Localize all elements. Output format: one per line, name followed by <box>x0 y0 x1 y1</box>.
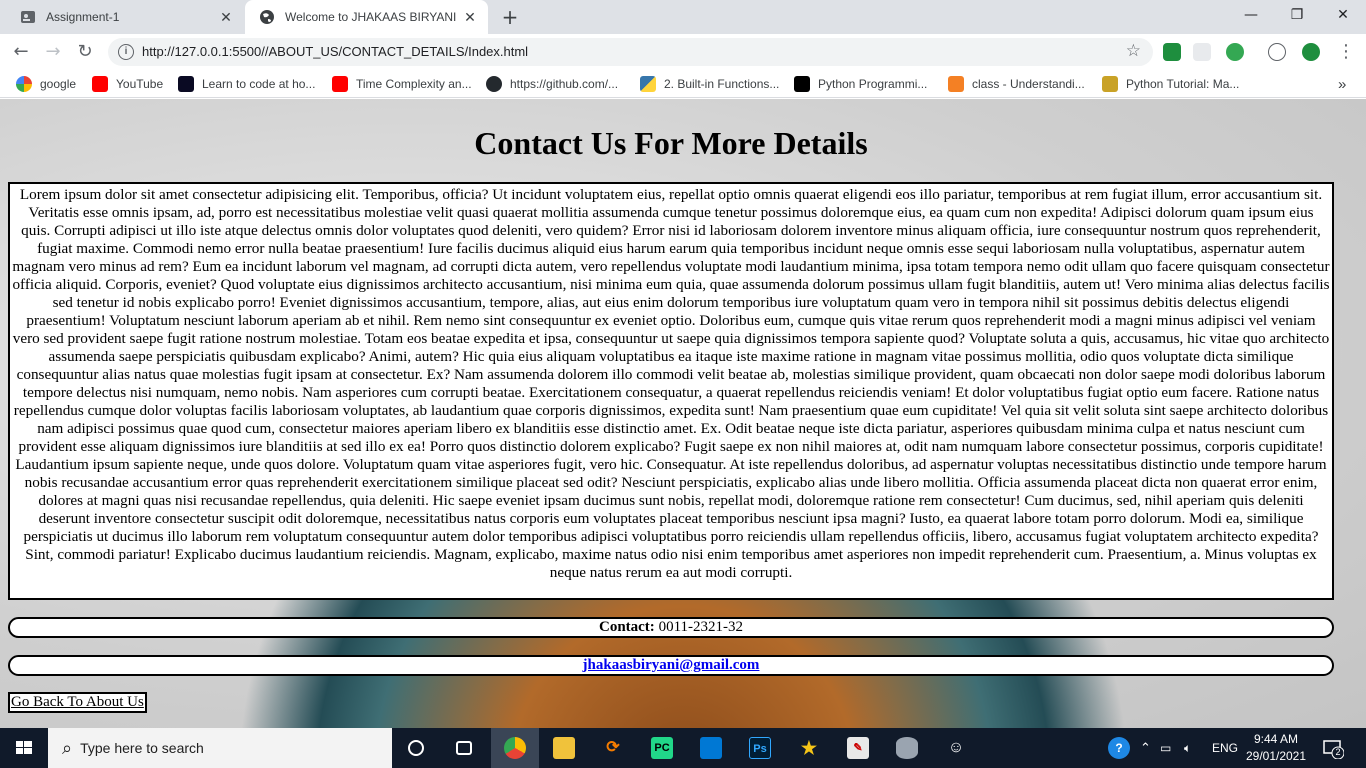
pycharm-icon[interactable]: PC <box>638 728 686 768</box>
bookmark-python-tutorial[interactable]: Python Tutorial: Ma... <box>1102 76 1239 92</box>
file-explorer-icon[interactable] <box>540 728 588 768</box>
close-icon[interactable]: ✕ <box>216 7 236 27</box>
bookmark-label: Learn to code at ho... <box>202 77 316 91</box>
reload-icon[interactable]: ↻ <box>72 39 98 65</box>
email-link[interactable]: jhakaasbiryani@gmail.com <box>583 657 760 673</box>
extension-icon[interactable] <box>1193 43 1211 61</box>
page-icon <box>21 11 35 23</box>
stackoverflow-icon <box>948 76 964 92</box>
bookmark-label: google <box>40 77 77 91</box>
adblock-extension-icon[interactable] <box>1163 43 1181 61</box>
clock[interactable]: 9:44 AM 29/01/2021 <box>1240 731 1312 765</box>
bookmark-label: Python Programmi... <box>818 77 928 91</box>
youtube-icon <box>92 76 108 92</box>
bookmark-google[interactable]: google <box>16 76 76 92</box>
back-icon[interactable]: ← <box>8 39 34 65</box>
task-view-icon[interactable] <box>440 728 488 768</box>
chrome-app-icon[interactable] <box>491 728 539 768</box>
clock-date: 29/01/2021 <box>1245 749 1307 763</box>
clock-time: 9:44 AM <box>1253 732 1299 746</box>
page-title: Contact Us For More Details <box>474 125 868 161</box>
email-box: jhakaasbiryani@gmail.com <box>8 655 1334 676</box>
new-tab-button[interactable]: + <box>498 5 522 29</box>
profile-icon[interactable] <box>1268 43 1286 61</box>
sf-icon <box>794 76 810 92</box>
bookmark-label: Python Tutorial: Ma... <box>1126 77 1240 91</box>
forward-icon[interactable]: → <box>40 39 66 65</box>
tab-jhakaas-biryani[interactable]: Welcome to JHAKAAS BIRYANI ✕ <box>245 0 488 34</box>
bookmark-label: class - Understandi... <box>972 77 1085 91</box>
bookmark-class-understanding[interactable]: class - Understandi... <box>948 76 1085 92</box>
taskbar-search[interactable]: ⌕ Type here to search <box>48 728 392 768</box>
bookmark-builtin-functions[interactable]: 2. Built-in Functions... <box>640 76 779 92</box>
browser-toolbar: ← → ↻ i http://127.0.0.1:5500//ABOUT_US/… <box>0 34 1366 70</box>
photoshop-icon[interactable]: Ps <box>736 728 784 768</box>
tab-title: Welcome to JHAKAAS BIRYANI <box>285 10 457 24</box>
tab-title: Assignment-1 <box>46 10 120 24</box>
sync-app-icon[interactable]: ⟳ <box>589 728 637 768</box>
contact-phone: 0011-2321-32 <box>658 619 743 635</box>
taskbar: ⌕ Type here to search ⟳ PC Ps ★ ✎ ☺ ? ⌃ … <box>0 728 1366 768</box>
close-icon[interactable]: ✕ <box>460 7 480 27</box>
cortana-icon[interactable] <box>392 728 440 768</box>
info-icon[interactable]: i <box>118 44 134 60</box>
address-bar[interactable]: i http://127.0.0.1:5500//ABOUT_US/CONTAC… <box>108 38 1153 66</box>
minimize-icon[interactable]: — <box>1228 0 1274 30</box>
help-icon[interactable]: ? <box>1108 728 1130 768</box>
shield-icon[interactable] <box>1302 43 1320 61</box>
menu-icon[interactable]: ⋮ <box>1333 39 1359 65</box>
more-bookmarks-icon[interactable]: » <box>1338 76 1346 93</box>
search-placeholder: Type here to search <box>80 740 204 756</box>
globe-icon <box>260 10 274 24</box>
star-app-icon[interactable]: ★ <box>785 728 833 768</box>
vscode-icon[interactable] <box>687 728 735 768</box>
bookmark-freecodecamp[interactable]: Learn to code at ho... <box>178 76 315 92</box>
bookmark-label: Time Complexity an... <box>356 77 472 91</box>
notification-icon[interactable]: 2 <box>1322 737 1345 760</box>
bookmark-github[interactable]: https://github.com/... <box>486 76 618 92</box>
bookmark-star-icon[interactable]: ☆ <box>1126 41 1141 61</box>
youtube-icon <box>332 76 348 92</box>
back-to-about-link[interactable]: Go Back To About Us <box>8 692 147 713</box>
freecodecamp-icon <box>178 76 194 92</box>
volume-icon[interactable]: 🔈︎ <box>1184 728 1191 768</box>
bookmarks-bar: google YouTube Learn to code at ho... Ti… <box>0 70 1366 98</box>
bookmark-label: YouTube <box>116 77 164 91</box>
emoji-app-icon[interactable]: ☺ <box>932 728 980 768</box>
globe-extension-icon[interactable] <box>1226 43 1244 61</box>
paint-app-icon[interactable]: ✎ <box>834 728 882 768</box>
window-close-icon[interactable]: ✕ <box>1320 0 1366 30</box>
url-text[interactable]: http://127.0.0.1:5500//ABOUT_US/CONTACT_… <box>142 44 528 59</box>
page-viewport: Contact Us For More Details Lorem ipsum … <box>0 99 1366 728</box>
bookmark-python-programming[interactable]: Python Programmi... <box>794 76 927 92</box>
battery-icon[interactable]: ▭ <box>1160 728 1171 768</box>
bookmark-time-complexity[interactable]: Time Complexity an... <box>332 76 472 92</box>
github-icon <box>486 76 502 92</box>
notification-count: 2 <box>1335 747 1341 757</box>
contact-label: Contact: <box>598 619 655 635</box>
windows-icon <box>16 741 32 754</box>
google-icon <box>16 76 32 92</box>
contact-box: Contact: 0011-2321-32 <box>8 617 1334 638</box>
search-icon: ⌕ <box>62 737 73 759</box>
bookmark-youtube[interactable]: YouTube <box>92 76 163 92</box>
python-icon <box>640 76 656 92</box>
database-app-icon[interactable] <box>883 728 931 768</box>
tab-strip: Assignment-1 ✕ Welcome to JHAKAAS BIRYAN… <box>0 0 1366 34</box>
bookmark-label: 2. Built-in Functions... <box>664 77 780 91</box>
chevron-up-icon[interactable]: ⌃ <box>1140 728 1151 768</box>
bookmark-label: https://github.com/... <box>510 77 619 91</box>
tutorial-icon <box>1102 76 1118 92</box>
about-text-box: Lorem ipsum dolor sit amet consectetur a… <box>8 182 1334 600</box>
restore-icon[interactable]: ❐ <box>1274 0 1320 30</box>
tab-assignment[interactable]: Assignment-1 ✕ <box>8 0 244 34</box>
start-button[interactable] <box>0 728 48 768</box>
language-indicator[interactable]: ENG <box>1212 728 1238 768</box>
